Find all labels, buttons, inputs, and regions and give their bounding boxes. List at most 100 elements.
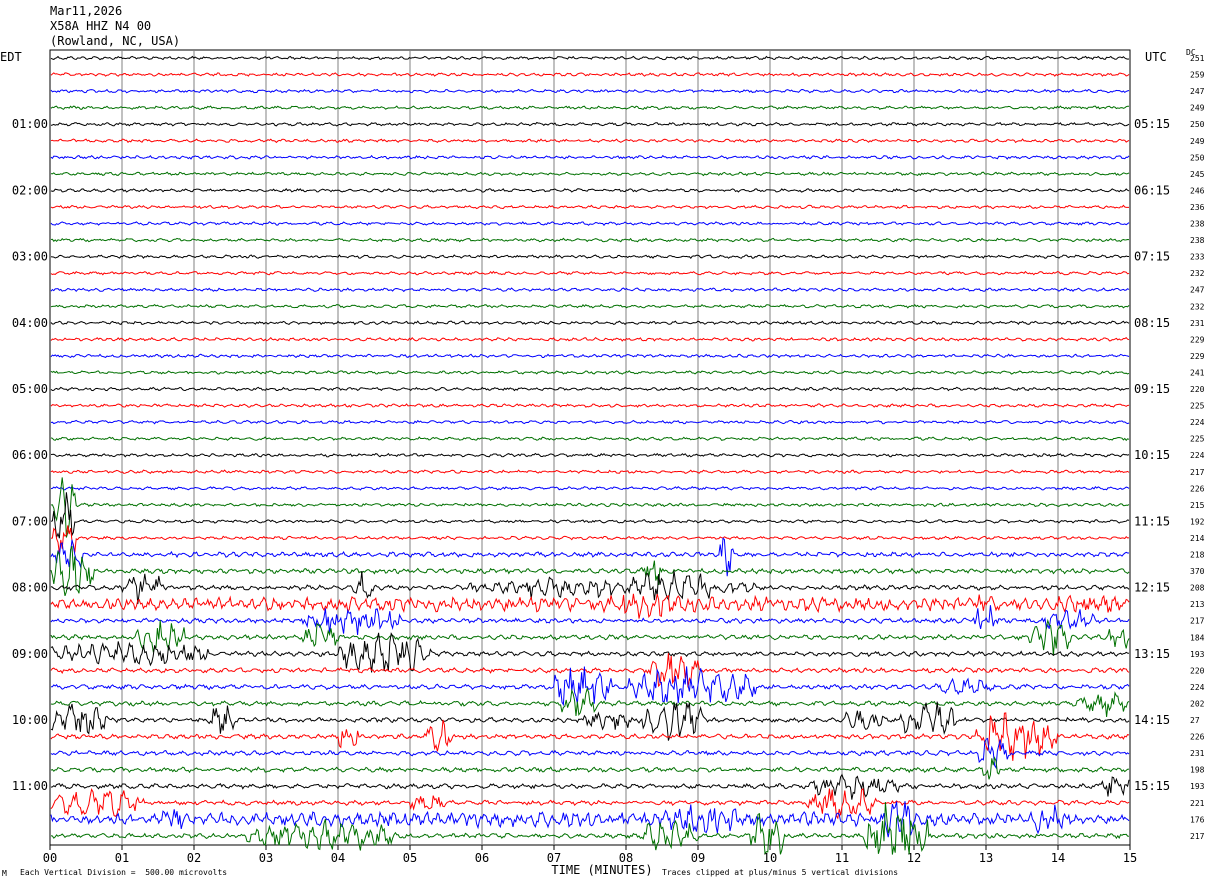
edt-time-label: 10:00 [12,713,48,727]
dc-offset-label: 27 [1190,716,1200,725]
dc-offset-label: 202 [1190,699,1205,708]
dc-offset-label: 251 [1190,54,1205,63]
x-axis-label: TIME (MINUTES) [551,863,652,877]
edt-time-label: 09:00 [12,647,48,661]
x-tick-label: 02 [187,851,201,865]
dc-offset-label: 224 [1190,451,1205,460]
dc-offset-label: 250 [1190,153,1205,162]
x-tick-label: 01 [115,851,129,865]
seismic-trace [50,737,1130,770]
seismic-trace [50,469,1130,475]
seismic-trace [50,370,1130,375]
seismic-trace [50,171,1130,177]
x-tick-label: 05 [403,851,417,865]
utc-time-label: 05:15 [1134,117,1170,131]
edt-time-label: 03:00 [12,250,48,264]
dc-offset-label: 232 [1190,302,1205,311]
seismic-trace [50,477,1130,538]
edt-time-label: 05:00 [12,382,48,396]
edt-time-label: 01:00 [12,117,48,131]
seismic-trace [50,618,1130,656]
seismic-trace [50,138,1130,144]
seismic-trace [50,525,1130,554]
x-tick-label: 15 [1123,851,1137,865]
seismic-trace [50,204,1129,210]
dc-offset-label: 246 [1190,186,1205,195]
x-tick-label: 03 [259,851,273,865]
seismic-trace [50,270,1130,276]
dc-offset-label: 370 [1190,567,1205,576]
corner-mark: M [2,869,7,878]
dc-offset-label: 259 [1190,71,1205,80]
dc-offset-label: 233 [1190,253,1205,262]
dc-offset-label: 193 [1190,650,1205,659]
dc-offset-label: 218 [1190,551,1205,560]
seismic-trace [50,419,1130,425]
dc-offset-label: 229 [1190,352,1205,361]
dc-offset-label: 198 [1190,766,1205,775]
dc-offset-label: 220 [1190,666,1205,675]
dc-offset-label: 232 [1190,269,1205,278]
seismic-trace [50,320,1130,326]
dc-offset-label: 241 [1190,368,1205,377]
dc-offset-label: 221 [1190,799,1205,808]
dc-offset-label: 224 [1190,683,1205,692]
utc-time-label: 06:15 [1134,183,1170,197]
seismic-trace [50,802,1130,855]
dc-offset-label: 226 [1190,484,1205,493]
seismogram-plot: 00 01 02 03 04 05 06 07 08 09 10 11 12 13 14 15TIME (MI… [12,49,1205,877]
dc-offset-label: 249 [1190,137,1205,146]
clip-note: Traces clipped at plus/minus 5 vertical … [662,868,899,877]
x-tick-label: 09 [691,851,705,865]
utc-time-label: 15:15 [1134,779,1170,793]
seismic-trace [50,336,1130,342]
seismic-trace [50,303,1130,309]
seismic-trace [50,254,1129,259]
dc-offset-label: 238 [1190,220,1205,229]
seismic-trace [50,353,1130,359]
dc-offset-label: 213 [1190,600,1205,609]
seismic-trace [50,436,1130,442]
x-tick-label: 04 [331,851,345,865]
dc-offset-label: 226 [1190,733,1205,742]
seismic-trace [50,593,1130,619]
seismic-trace [50,403,1130,408]
dc-offset-label: 231 [1190,319,1205,328]
dc-offset-label: 231 [1190,749,1205,758]
dc-offset-label: 217 [1190,468,1205,477]
dc-offset-label: 225 [1190,402,1205,411]
seismic-trace [50,154,1130,160]
dc-offset-label: 250 [1190,120,1205,129]
seismic-trace [50,88,1130,94]
seismic-trace [50,105,1129,110]
seismic-trace [50,72,1130,77]
dc-offset-label: 208 [1190,584,1205,593]
seismic-trace [50,653,1130,688]
x-tick-label: 00 [43,851,57,865]
dc-offset-label: 215 [1190,501,1205,510]
seismic-trace [50,485,1130,491]
dc-offset-label: 224 [1190,418,1205,427]
scale-note: Each Vertical Division = 500.00 microvol… [20,868,228,877]
edt-time-label: 06:00 [12,448,48,462]
dc-offset-label: 176 [1190,815,1205,824]
seismic-trace [50,570,1130,605]
seismic-trace [50,121,1130,127]
seismic-trace [50,386,1130,392]
dc-offset-label: 214 [1190,534,1205,543]
seismic-trace [50,605,1130,636]
seismic-trace [50,221,1130,226]
utc-time-label: 10:15 [1134,448,1170,462]
seismic-trace [50,801,1130,838]
dc-offset-label: 220 [1190,385,1205,394]
seismic-trace [50,537,1129,577]
seismic-trace [50,492,1130,539]
dc-offset-label: 193 [1190,782,1205,791]
utc-time-label: 11:15 [1134,514,1170,528]
seismic-trace [50,701,1130,741]
seismic-trace [50,237,1130,243]
utc-time-label: 13:15 [1134,647,1170,661]
seismic-trace [50,773,1130,800]
seismic-trace [50,287,1130,293]
utc-time-label: 08:15 [1134,316,1170,330]
